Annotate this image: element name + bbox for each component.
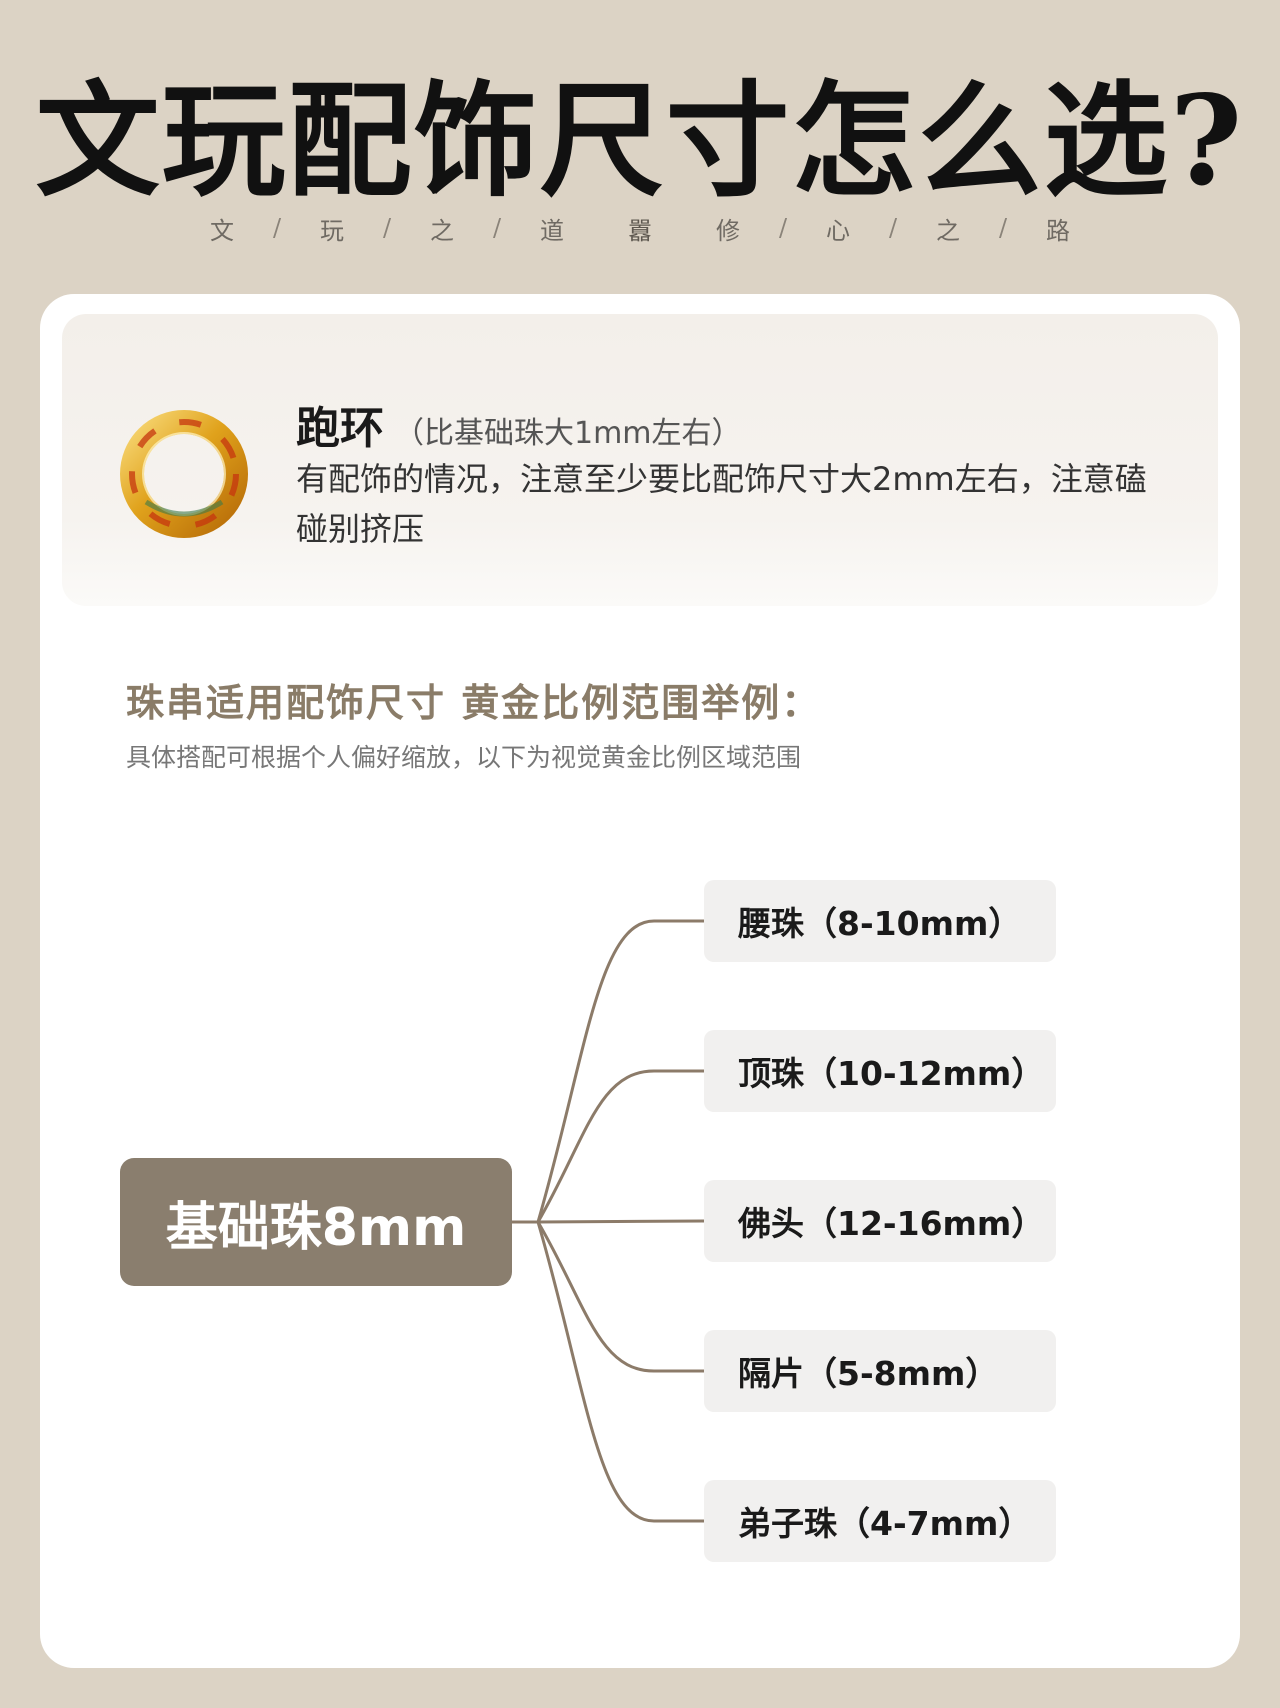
connector-lines bbox=[512, 919, 705, 1523]
branch-node: 顶珠（10-12mm） bbox=[704, 1030, 1056, 1112]
motto-char: 道 bbox=[540, 216, 564, 245]
connector-line bbox=[536, 1221, 704, 1373]
connector-line bbox=[536, 1069, 704, 1223]
motto-char: 玩 bbox=[320, 216, 344, 245]
root-node: 基础珠8mm bbox=[120, 1158, 512, 1286]
branch-node: 弟子珠（4-7mm） bbox=[704, 1480, 1056, 1562]
motto-char: 之 bbox=[430, 216, 454, 245]
motto-char: 文 bbox=[210, 216, 234, 245]
motto-char: 路 bbox=[1046, 216, 1070, 245]
motto-row: 文 / 玩 / 之 / 道 囂 修 / 心 / 之 / 路 bbox=[0, 208, 1280, 248]
motto-separator: / bbox=[382, 214, 392, 242]
motto-separator: / bbox=[998, 214, 1008, 242]
motto-separator: / bbox=[272, 214, 282, 242]
branch-node: 隔片（5-8mm） bbox=[704, 1330, 1056, 1412]
branch-node: 佛头（12-16mm） bbox=[704, 1180, 1056, 1262]
connector-line bbox=[537, 1219, 705, 1224]
motto-separator: / bbox=[492, 214, 502, 242]
branch-node: 腰珠（8-10mm） bbox=[704, 880, 1056, 962]
motto-separator: / bbox=[888, 214, 898, 242]
motto-char: 之 bbox=[936, 216, 960, 245]
motto-char: 修 bbox=[716, 216, 740, 245]
motto-char: 心 bbox=[826, 216, 850, 245]
page-title: 文玩配饰尺寸怎么选? bbox=[35, 69, 1245, 214]
content-card: 跑环 （比基础珠大1mm左右） 有配饰的情况，注意至少要比配饰尺寸大2mm左右，注… bbox=[40, 294, 1240, 1668]
motto-mark: 囂 bbox=[628, 216, 652, 245]
motto-separator: / bbox=[778, 214, 788, 242]
